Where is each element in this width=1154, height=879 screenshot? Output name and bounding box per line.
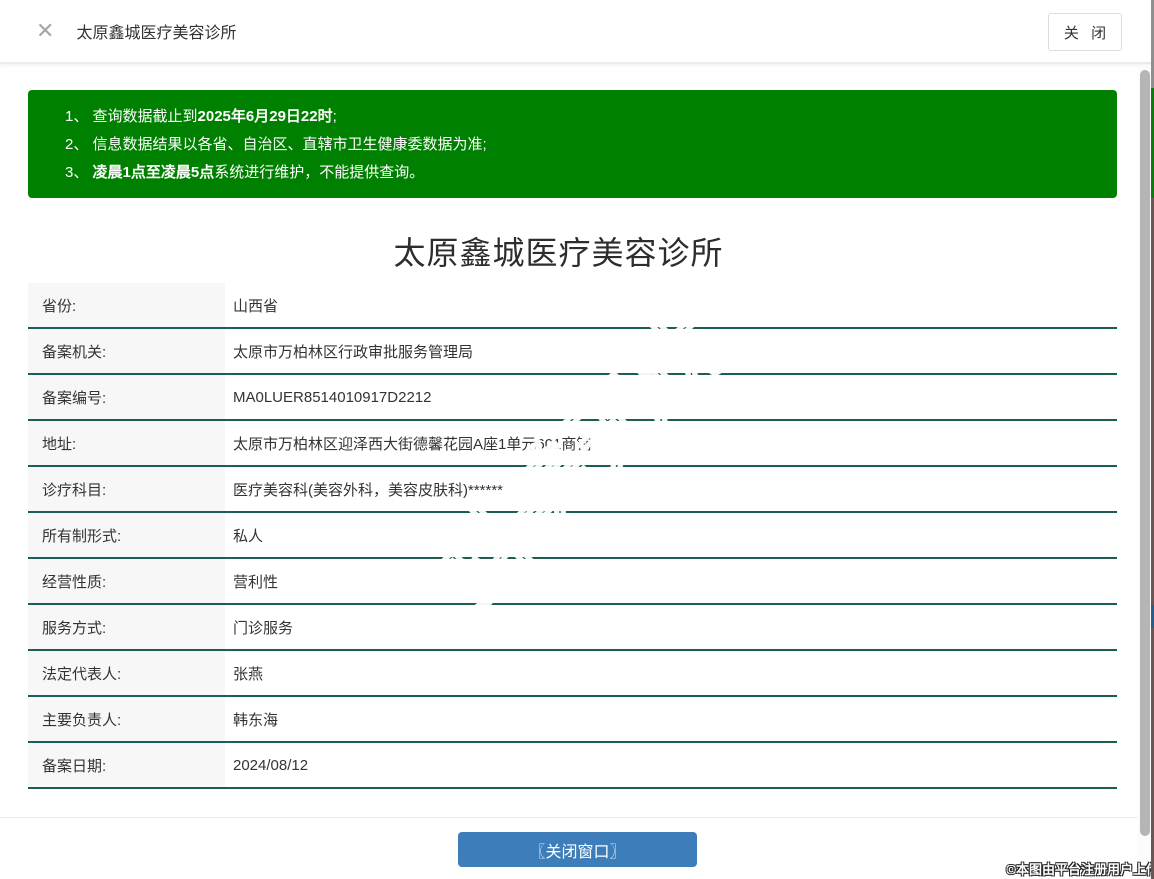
field-value: 太原市万柏林区行政审批服务管理局 (225, 329, 1117, 373)
field-value: 太原市万柏林区迎泽西大街德馨花园A座1单元601商铺 (225, 421, 1117, 465)
notice-banner: 1、 查询数据截止到2025年6月29日22时;2、 信息数据结果以各省、自治区… (28, 90, 1117, 198)
field-label: 地址: (28, 421, 225, 465)
field-label: 备案日期: (28, 743, 225, 787)
info-table: 省份:山西省备案机关:太原市万柏林区行政审批服务管理局备案编号:MA0LUER8… (28, 283, 1117, 789)
page-title: 太原鑫城医疗美容诊所 (0, 228, 1117, 274)
field-value: MA0LUER8514010917D2212 (225, 375, 1117, 419)
modal-title: 太原鑫城医疗美容诊所 (76, 19, 236, 43)
field-value: 韩东海 (225, 697, 1117, 741)
table-row: 服务方式:门诊服务 (28, 605, 1117, 651)
table-row: 所有制形式:私人 (28, 513, 1117, 559)
field-value: 门诊服务 (225, 605, 1117, 649)
field-value: 张燕 (225, 651, 1117, 695)
field-value: 山西省 (225, 283, 1117, 327)
field-label: 省份: (28, 283, 225, 327)
scrollbar-track[interactable] (1138, 66, 1151, 879)
field-value: 营利性 (225, 559, 1117, 603)
upload-stamp: ©本图由平台注册用户上传 (1006, 859, 1154, 878)
notice-line: 3、 凌晨1点至凌晨5点系统进行维护，不能提供查询。 (65, 159, 1097, 187)
field-label: 备案编号: (28, 375, 225, 419)
scrollbar-thumb[interactable] (1140, 70, 1150, 836)
field-label: 备案机关: (28, 329, 225, 373)
table-row: 经营性质:营利性 (28, 559, 1117, 605)
field-value: 私人 (225, 513, 1117, 557)
close-button[interactable]: 关 闭 (1048, 13, 1122, 51)
field-label: 法定代表人: (28, 651, 225, 695)
footer-divider (0, 817, 1154, 818)
field-label: 所有制形式: (28, 513, 225, 557)
table-row: 备案编号:MA0LUER8514010917D2212 (28, 375, 1117, 421)
field-value: 医疗美容科(美容外科，美容皮肤科)****** (225, 467, 1117, 511)
table-row: 诊疗科目:医疗美容科(美容外科，美容皮肤科)****** (28, 467, 1117, 513)
notice-list: 1、 查询数据截止到2025年6月29日22时;2、 信息数据结果以各省、自治区… (65, 103, 1097, 187)
close-icon[interactable]: ✕ (36, 20, 54, 42)
table-row: 主要负责人:韩东海 (28, 697, 1117, 743)
modal-content: 1、 查询数据截止到2025年6月29日22时;2、 信息数据结果以各省、自治区… (0, 66, 1154, 879)
field-label: 主要负责人: (28, 697, 225, 741)
notice-line: 1、 查询数据截止到2025年6月29日22时; (65, 103, 1097, 131)
notice-line: 2、 信息数据结果以各省、自治区、直辖市卫生健康委数据为准; (65, 131, 1097, 159)
close-window-button[interactable]: 〖关闭窗口〗 (458, 832, 697, 867)
table-row: 地址:太原市万柏林区迎泽西大街德馨花园A座1单元601商铺 (28, 421, 1117, 467)
field-label: 诊疗科目: (28, 467, 225, 511)
field-label: 经营性质: (28, 559, 225, 603)
table-row: 备案机关:太原市万柏林区行政审批服务管理局 (28, 329, 1117, 375)
field-label: 服务方式: (28, 605, 225, 649)
table-row: 法定代表人:张燕 (28, 651, 1117, 697)
modal-header: ✕ 太原鑫城医疗美容诊所 关 闭 (0, 0, 1154, 64)
table-row: 备案日期:2024/08/12 (28, 743, 1117, 789)
field-value: 2024/08/12 (225, 743, 1117, 787)
table-row: 省份:山西省 (28, 283, 1117, 329)
